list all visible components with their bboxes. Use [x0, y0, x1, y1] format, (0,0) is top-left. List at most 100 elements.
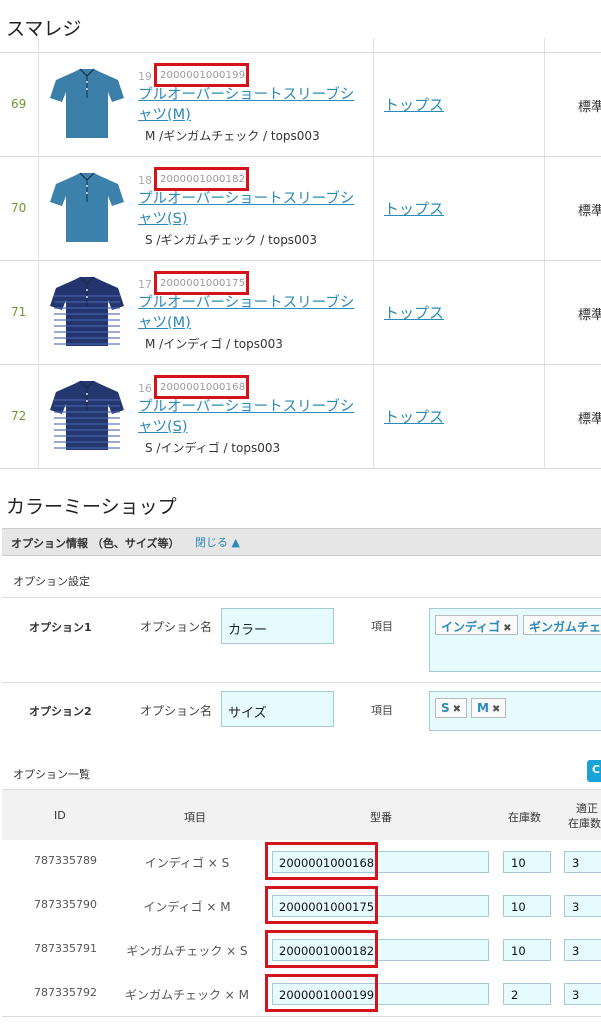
row-number-cell: 72	[0, 364, 39, 468]
stock-input[interactable]: 10	[503, 851, 551, 873]
product-variant: S /インディゴ / tops003	[145, 441, 281, 455]
option2-item-label: 項目	[371, 704, 393, 717]
tax-cell: 標準	[544, 156, 601, 260]
product-variant: S /ギンガムチェック / tops003	[145, 233, 317, 247]
option1-name-input[interactable]: カラー	[221, 608, 334, 644]
stock-input[interactable]: 2	[503, 983, 551, 1005]
product-row: 70 18 2000001000182 プルオーバーショートスリーブシャツ(S)…	[0, 156, 601, 261]
product-name-link[interactable]: プルオーバーショートスリーブシャツ(S)	[138, 189, 358, 229]
proper-stock-input[interactable]: 3	[564, 895, 601, 917]
stock-input[interactable]: 10	[503, 895, 551, 917]
option2-label: オプション2	[29, 705, 92, 718]
product-rank: 19	[138, 70, 152, 83]
row-number-cell: 71	[0, 260, 39, 364]
option-item: ギンガムチェック × S	[126, 944, 248, 958]
tax-cell: 標準	[544, 52, 601, 156]
product-rank: 16	[138, 382, 152, 395]
option1-row: オプション1 オプション名 カラー 項目 インディゴ ✖ ギンガムチェ	[2, 597, 601, 683]
option2-tag-input[interactable]: S ✖ M ✖	[429, 691, 601, 731]
row-number-cell: 69	[0, 52, 39, 156]
row-number-cell: 70	[0, 156, 39, 260]
smaregi-table-header	[0, 38, 601, 53]
product-name-link[interactable]: プルオーバーショートスリーブシャツ(S)	[138, 397, 358, 437]
highlight-box	[154, 375, 249, 399]
option-id: 787335790	[34, 898, 97, 911]
product-name-link[interactable]: プルオーバーショートスリーブシャツ(M)	[138, 293, 358, 333]
product-image	[48, 376, 126, 456]
option1-tag-input[interactable]: インディゴ ✖ ギンガムチェ	[429, 608, 601, 672]
stock-input[interactable]: 10	[503, 939, 551, 961]
product-row: 72 16 2000001000168 プルオーバーショートスリーブシャツ(S)…	[0, 364, 601, 469]
highlight-box	[265, 886, 378, 924]
option-id: 787335791	[34, 942, 97, 955]
highlight-box	[154, 63, 249, 87]
option1-item-label: 項目	[371, 620, 393, 633]
option-item: ギンガムチェック × M	[124, 988, 250, 1002]
product-rank: 17	[138, 278, 152, 291]
highlight-box	[154, 271, 249, 295]
remove-icon[interactable]: ✖	[503, 623, 511, 634]
smaregi-title: スマレジ	[6, 18, 82, 40]
option1-label: オプション1	[29, 621, 92, 634]
product-rank: 18	[138, 174, 152, 187]
proper-stock-input[interactable]: 3	[564, 851, 601, 873]
option-list-row: 787335791 ギンガムチェック × S 2000001000182 10 …	[2, 928, 601, 973]
option-item: インディゴ × M	[143, 900, 231, 914]
row-number: 70	[11, 201, 27, 215]
tax-type: 標準	[578, 308, 601, 323]
tag-size-m[interactable]: M ✖	[471, 698, 507, 718]
option-list-button[interactable]: C	[587, 760, 601, 782]
row-number: 71	[11, 305, 27, 319]
header-proper-2: 在庫数	[568, 817, 601, 830]
product-name-link[interactable]: プルオーバーショートスリーブシャツ(M)	[138, 85, 358, 125]
remove-icon[interactable]: ✖	[453, 704, 461, 715]
product-row: 69 19 2000001000199 プルオーバーショートスリーブシャツ(M)…	[0, 52, 601, 157]
highlight-box	[265, 974, 378, 1012]
highlight-box	[265, 842, 378, 880]
category-cell: トップス	[373, 260, 545, 364]
category-cell: トップス	[373, 156, 545, 260]
tag-gingham[interactable]: ギンガムチェ	[523, 615, 601, 635]
option-info-title: オプション情報 （色、サイズ等）	[11, 537, 180, 550]
product-image	[48, 64, 126, 144]
option-id: 787335792	[34, 986, 97, 999]
tax-cell: 標準	[544, 364, 601, 468]
remove-icon[interactable]: ✖	[492, 704, 500, 715]
option-settings-label: オプション設定	[13, 575, 90, 588]
tag-size-s[interactable]: S ✖	[435, 698, 468, 718]
category-link[interactable]: トップス	[384, 406, 444, 427]
category-link[interactable]: トップス	[384, 94, 444, 115]
category-link[interactable]: トップス	[384, 198, 444, 219]
category-link[interactable]: トップス	[384, 302, 444, 323]
category-cell: トップス	[373, 364, 545, 468]
header-model: 型番	[370, 811, 392, 824]
product-variant: M /インディゴ / tops003	[145, 337, 283, 351]
option-info-bar: オプション情報 （色、サイズ等） 閉じる ▲	[2, 528, 601, 556]
option2-name-label: オプション名	[140, 704, 213, 718]
proper-stock-input[interactable]: 3	[564, 983, 601, 1005]
highlight-box	[265, 930, 378, 968]
row-number: 72	[11, 409, 27, 423]
tax-cell: 標準	[544, 260, 601, 364]
option-id: 787335789	[34, 854, 97, 867]
option-list-row: 787335790 インディゴ × M 2000001000175 10 3	[2, 884, 601, 929]
option-list-label: オプション一覧	[13, 768, 90, 781]
close-toggle-link[interactable]: 閉じる ▲	[195, 534, 240, 550]
header-proper-1: 適正	[576, 802, 598, 815]
category-cell: トップス	[373, 52, 545, 156]
tag-indigo[interactable]: インディゴ ✖	[435, 615, 518, 635]
product-image	[48, 272, 126, 352]
product-image	[48, 168, 126, 248]
tax-type: 標準	[578, 204, 601, 219]
colorme-title: カラーミーショップ	[6, 496, 177, 518]
option-list-header: ID 項目 型番 在庫数 適正 在庫数	[2, 789, 601, 841]
option-list-row: 787335789 インディゴ × S 2000001000168 10 3	[2, 840, 601, 885]
product-row: 71 17 2000001000175 プルオーバーショートスリーブシャツ(M)…	[0, 260, 601, 365]
option-list-row: 787335792 ギンガムチェック × M 2000001000199 2 3	[2, 972, 601, 1017]
header-item: 項目	[184, 811, 206, 824]
option1-name-label: オプション名	[140, 620, 213, 634]
option2-name-input[interactable]: サイズ	[221, 691, 334, 727]
header-id: ID	[54, 809, 66, 822]
highlight-box	[154, 167, 249, 191]
proper-stock-input[interactable]: 3	[564, 939, 601, 961]
